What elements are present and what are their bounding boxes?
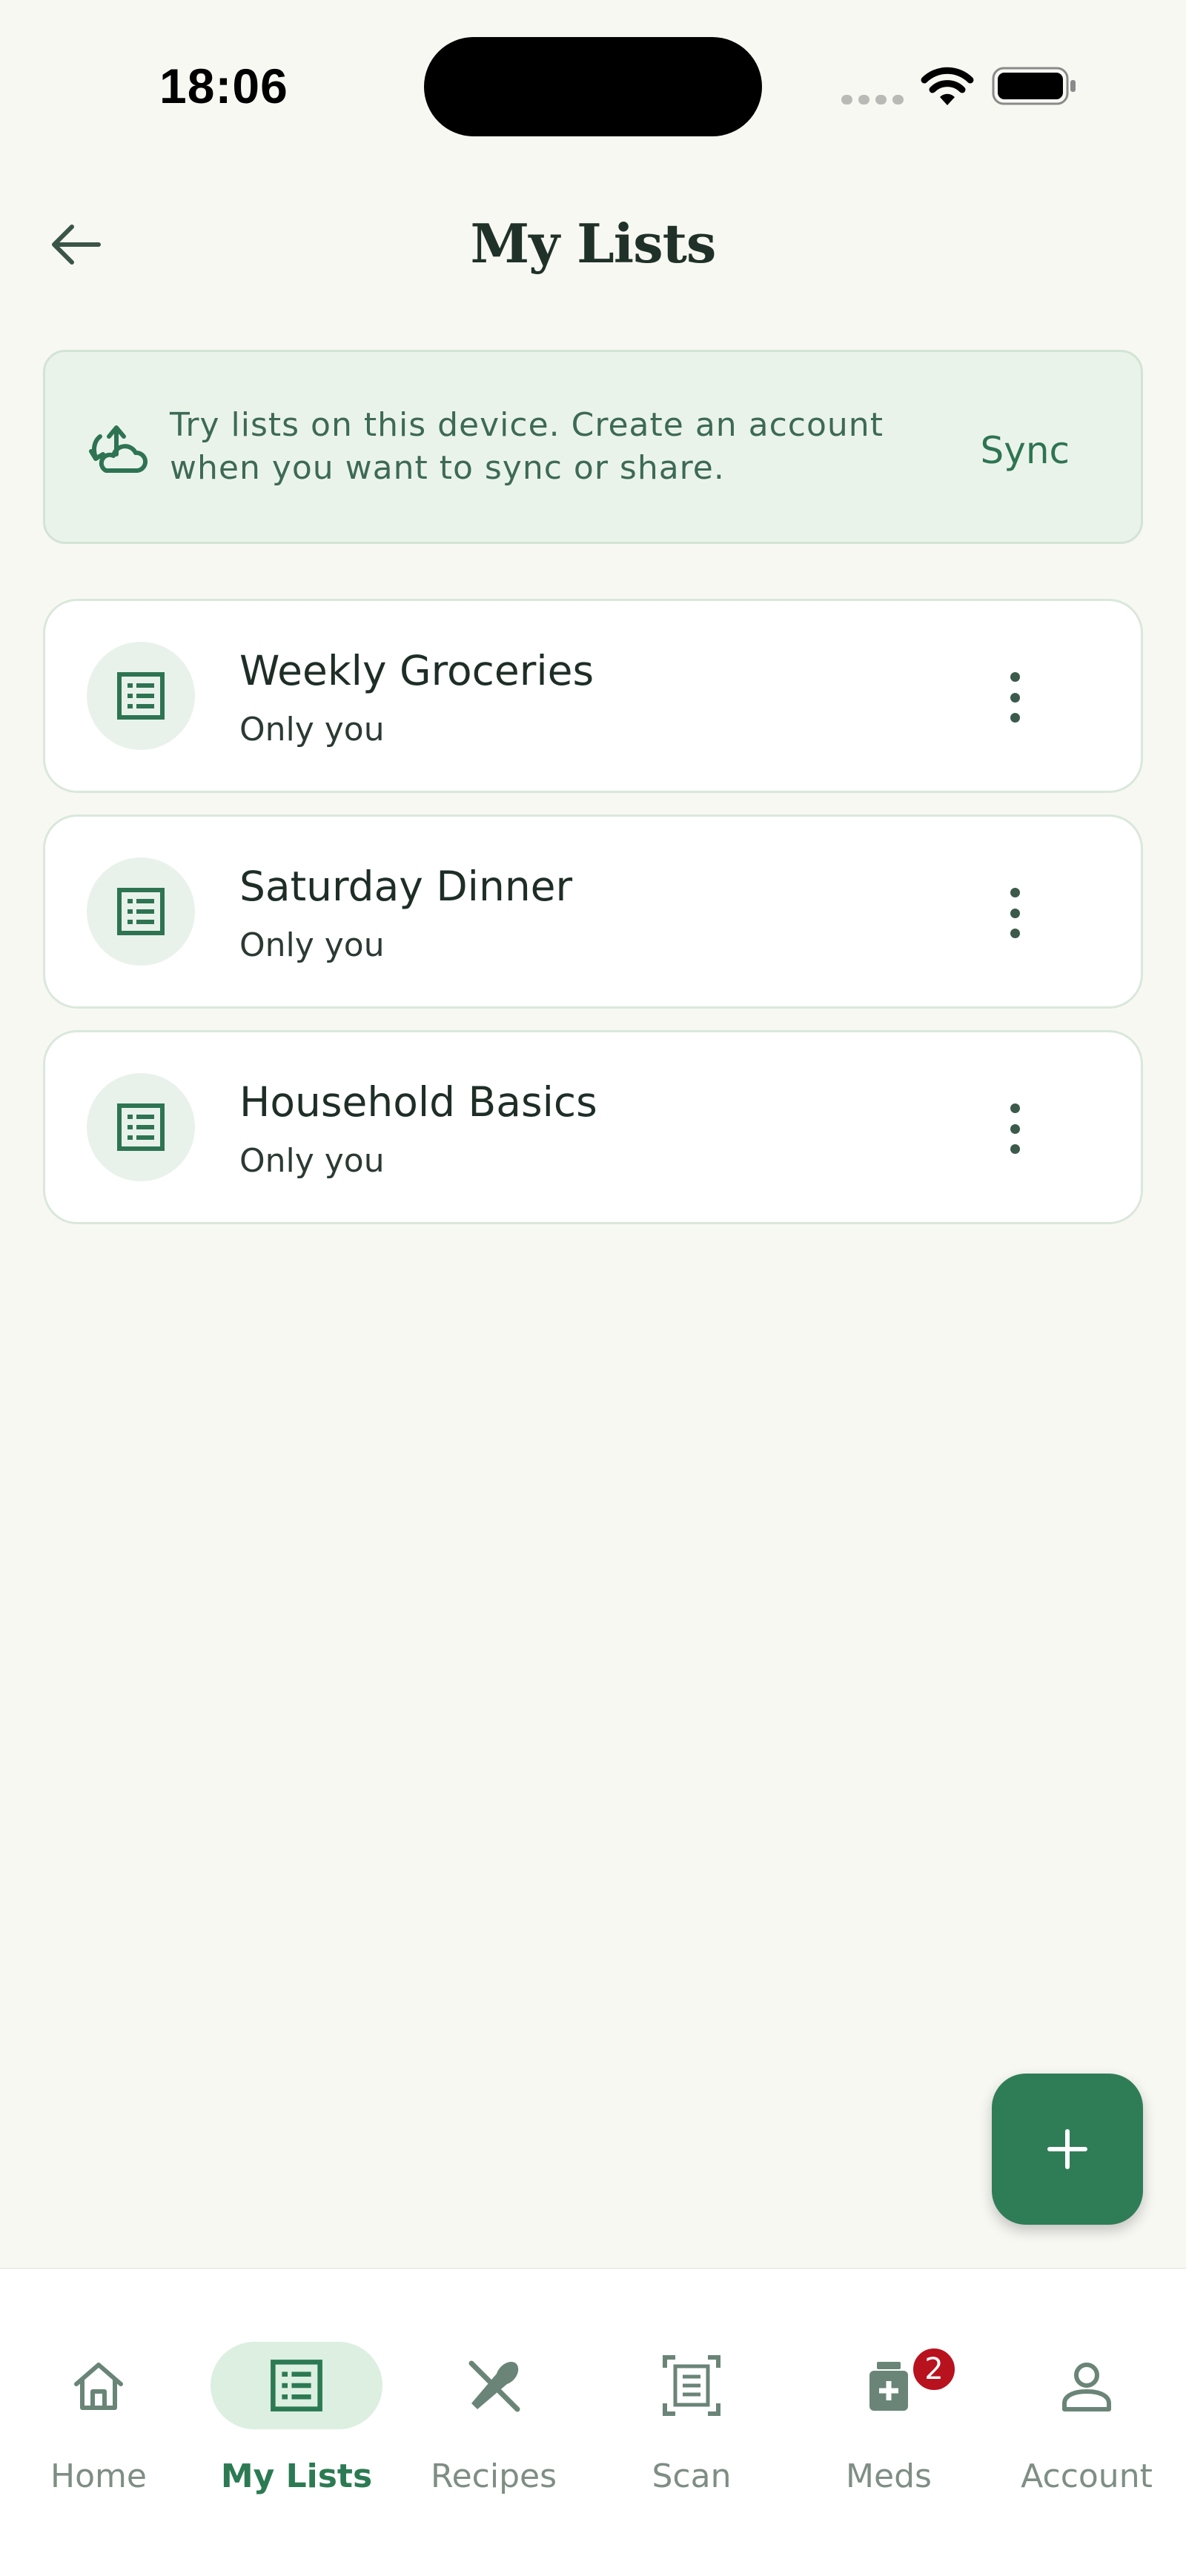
list-card[interactable]: Household Basics Only you xyxy=(43,1030,1143,1224)
list-avatar xyxy=(87,857,195,966)
more-options-icon[interactable] xyxy=(1000,668,1030,727)
add-list-button[interactable] xyxy=(992,2074,1143,2225)
nav-label: Meds xyxy=(846,2457,932,2495)
user-icon xyxy=(1062,2363,1111,2411)
list-avatar xyxy=(87,1073,195,1181)
cellular-signal-icon xyxy=(841,95,904,104)
page-title: My Lists xyxy=(470,212,717,275)
nav-label: Scan xyxy=(652,2457,732,2495)
utensils-icon xyxy=(468,2360,520,2412)
dynamic-island xyxy=(424,37,762,136)
banner-message-line: Try lists on this device. Create an acco… xyxy=(170,406,884,444)
list-icon xyxy=(271,2360,322,2411)
list-sharing: Only you xyxy=(239,926,385,964)
list-title: Saturday Dinner xyxy=(239,863,573,910)
cloud-sync-icon xyxy=(89,425,148,473)
more-options-icon[interactable] xyxy=(1000,883,1030,943)
notification-badge: 2 xyxy=(911,2346,957,2392)
list-title: Weekly Groceries xyxy=(239,647,594,694)
more-options-icon[interactable] xyxy=(1000,1099,1030,1158)
list-sharing: Only you xyxy=(239,711,385,748)
list-title: Household Basics xyxy=(239,1078,597,1126)
nav-my-lists[interactable]: My Lists xyxy=(208,2305,385,2495)
nav-icon-container xyxy=(211,2342,382,2429)
status-time: 18:06 xyxy=(159,59,288,113)
sync-button[interactable]: Sync xyxy=(980,429,1070,472)
nav-label: Account xyxy=(1021,2457,1153,2495)
banner-message-line: when you want to sync or share. xyxy=(170,449,725,487)
sync-banner: Try lists on this device. Create an acco… xyxy=(43,350,1143,544)
nav-label: Home xyxy=(50,2457,147,2495)
home-icon xyxy=(74,2363,123,2410)
battery-icon xyxy=(992,67,1076,105)
banner-message: Try lists on this device. Create an acco… xyxy=(170,404,941,490)
meds-icon xyxy=(869,2362,908,2411)
nav-icon-container xyxy=(13,2342,185,2429)
list-card[interactable]: Saturday Dinner Only you xyxy=(43,814,1143,1009)
list-icon xyxy=(117,1103,165,1151)
list-icon xyxy=(117,672,165,720)
nav-meds[interactable]: 2 Meds xyxy=(800,2305,978,2495)
nav-recipes[interactable]: Recipes xyxy=(405,2305,583,2495)
nav-account[interactable]: Account xyxy=(998,2305,1176,2495)
wifi-icon xyxy=(921,67,974,105)
screen: 18:06 My Lists Try lists on this device.… xyxy=(0,0,1186,2576)
nav-label: My Lists xyxy=(220,2457,373,2495)
nav-label: Recipes xyxy=(430,2457,557,2495)
nav-icon-container xyxy=(606,2342,778,2429)
bottom-nav: Home My Lists Recipes Scan 2 Meds Accoun… xyxy=(0,2268,1186,2576)
list-icon xyxy=(117,888,165,935)
scan-icon xyxy=(663,2355,720,2416)
list-card[interactable]: Weekly Groceries Only you xyxy=(43,599,1143,793)
list-avatar xyxy=(87,642,195,750)
nav-icon-container xyxy=(408,2342,580,2429)
nav-home[interactable]: Home xyxy=(10,2305,188,2495)
plus-icon xyxy=(1047,2129,1087,2169)
nav-scan[interactable]: Scan xyxy=(603,2305,781,2495)
nav-icon-container xyxy=(1001,2342,1173,2429)
list-sharing: Only you xyxy=(239,1142,385,1180)
